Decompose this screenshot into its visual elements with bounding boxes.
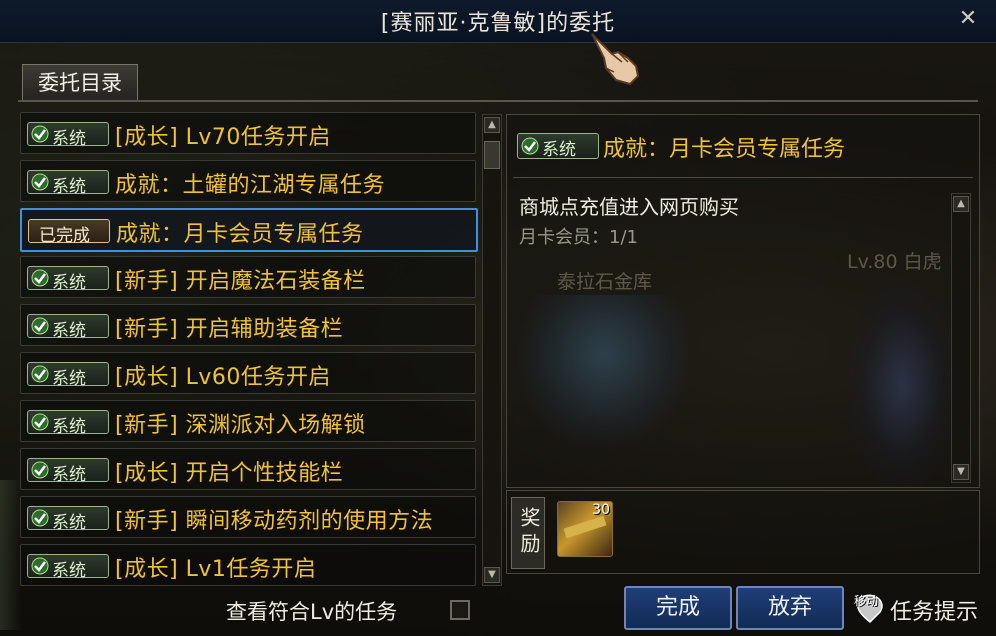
system-badge: 系统 — [27, 266, 109, 293]
scroll-thumb[interactable] — [484, 141, 500, 169]
reward-item-count: 30 — [592, 502, 610, 518]
system-badge: 系统 — [27, 314, 109, 341]
quest-row[interactable]: 已完成 成就：月卡会员专属任务 — [20, 208, 478, 252]
badge-label: 系统 — [52, 513, 86, 533]
abandon-button[interactable]: 放弃 — [736, 586, 844, 630]
quest-row[interactable]: 系统 [新手] 开启魔法石装备栏 — [20, 256, 476, 298]
quest-row[interactable]: 系统 成就：土罐的江湖专属任务 — [20, 160, 476, 202]
quest-label: [成长] Lv60任务开启 — [115, 365, 331, 390]
quest-label: [新手] 开启魔法石装备栏 — [115, 269, 366, 294]
check-icon — [31, 557, 49, 575]
quest-detail-panel: 泰拉石金库 Lv.80 白虎 系统 成就：月卡会员专属任务 商城点充值进入网页购… — [506, 114, 980, 488]
hint-small-label: 移动 — [854, 594, 879, 608]
badge-label: 系统 — [52, 177, 86, 197]
quest-row[interactable]: 系统 [新手] 开启辅助装备栏 — [20, 304, 476, 346]
quest-row[interactable]: 系统 [成长] Lv60任务开启 — [20, 352, 476, 394]
check-icon — [31, 125, 49, 143]
check-icon — [31, 365, 49, 383]
badge-label: 系统 — [52, 465, 86, 485]
quest-list: 系统 [成长] Lv70任务开启 系统 成就：土罐的江湖专属任务 已完成 成就：月卡会员专… — [18, 112, 480, 588]
level-filter-checkbox[interactable] — [450, 600, 470, 620]
quest-label: [新手] 开启辅助装备栏 — [115, 317, 344, 342]
close-button[interactable]: ✕ — [956, 6, 980, 32]
detail-description: 商城点充值进入网页购买 — [519, 195, 739, 219]
check-icon — [31, 173, 49, 191]
quest-label: 成就：土罐的江湖专属任务 — [115, 173, 386, 198]
detail-title: 成就：月卡会员专属任务 — [603, 137, 846, 162]
scroll-down-button[interactable]: ▼ — [484, 567, 500, 583]
complete-button[interactable]: 完成 — [624, 586, 732, 630]
quest-label: [成长] 开启个性技能栏 — [115, 461, 344, 486]
reward-item-icon[interactable]: 30 — [557, 501, 613, 557]
tab-divider — [18, 100, 978, 102]
check-icon — [31, 509, 49, 527]
window-title: [赛丽亚·克鲁敏]的委托 — [380, 11, 616, 36]
quest-label: [新手] 瞬间移动药剂的使用方法 — [115, 509, 434, 534]
background-text: Lv.80 白虎 — [847, 251, 942, 273]
badge-label: 系统 — [52, 561, 86, 581]
quest-row[interactable]: 系统 [新手] 瞬间移动药剂的使用方法 — [20, 496, 476, 538]
quest-row[interactable]: 系统 [成长] 开启个性技能栏 — [20, 448, 476, 490]
quest-row[interactable]: 系统 [新手] 深渊派对入场解锁 — [20, 400, 476, 442]
badge-label: 系统 — [52, 273, 86, 293]
quest-label: [成长] Lv70任务开启 — [115, 125, 331, 150]
badge-label: 系统 — [542, 140, 576, 160]
detail-header: 系统 成就：月卡会员专属任务 — [515, 131, 975, 165]
level-filter-label: 查看符合Lv的任务 — [226, 600, 398, 624]
chest-background-art — [519, 295, 689, 445]
detail-scrollbar[interactable]: ▲ ▼ — [951, 193, 971, 483]
system-badge: 系统 — [27, 458, 109, 485]
reward-panel: 奖励 30 — [506, 490, 980, 574]
scroll-up-button[interactable]: ▲ — [484, 117, 500, 133]
completed-badge: 已完成 — [28, 219, 110, 246]
hand-cursor-icon — [591, 33, 640, 86]
system-badge: 系统 — [27, 170, 109, 197]
detail-divider — [513, 177, 973, 178]
scroll-down-button[interactable]: ▼ — [953, 464, 969, 480]
badge-label: 系统 — [52, 321, 86, 341]
quest-label: [新手] 深渊派对入场解锁 — [115, 413, 366, 438]
quest-label: 成就：月卡会员专属任务 — [116, 222, 364, 247]
badge-label: 系统 — [52, 417, 86, 437]
check-icon — [31, 317, 49, 335]
quest-row[interactable]: 系统 [成长] Lv70任务开启 — [20, 112, 476, 154]
hint-label: 任务提示 — [890, 600, 979, 625]
badge-label: 系统 — [52, 369, 86, 389]
system-badge: 系统 — [27, 506, 109, 533]
scroll-up-button[interactable]: ▲ — [953, 196, 969, 212]
system-badge: 系统 — [27, 554, 109, 581]
system-badge: 系统 — [27, 410, 109, 437]
reward-label: 奖励 — [511, 497, 545, 569]
character-background-art — [847, 285, 957, 485]
title-bar[interactable]: [赛丽亚·克鲁敏]的委托 ✕ — [0, 0, 996, 43]
quest-hint-button[interactable]: 移动 任务提示 — [852, 590, 992, 626]
quest-row[interactable]: 系统 [成长] Lv1任务开启 — [20, 544, 476, 586]
system-badge: 系统 — [27, 362, 109, 389]
detail-progress: 月卡会员：1/1 — [519, 227, 638, 248]
system-badge: 系统 — [517, 133, 599, 160]
ribbon-decoration — [563, 515, 607, 539]
quest-list-scrollbar[interactable]: ▲ ▼ — [482, 114, 502, 586]
check-icon — [31, 413, 49, 431]
check-icon — [31, 269, 49, 287]
badge-label: 系统 — [52, 129, 86, 149]
background-text: 泰拉石金库 — [557, 271, 653, 293]
tab-quest-catalog[interactable]: 委托目录 — [22, 64, 138, 101]
quest-label: [成长] Lv1任务开启 — [115, 557, 317, 582]
check-icon — [31, 461, 49, 479]
badge-label: 已完成 — [39, 226, 90, 246]
check-icon — [521, 137, 539, 155]
system-badge: 系统 — [27, 122, 109, 149]
quest-window: [赛丽亚·克鲁敏]的委托 ✕ 委托目录 系统 [成长] Lv70任务开启 系统 成就：… — [0, 0, 996, 636]
